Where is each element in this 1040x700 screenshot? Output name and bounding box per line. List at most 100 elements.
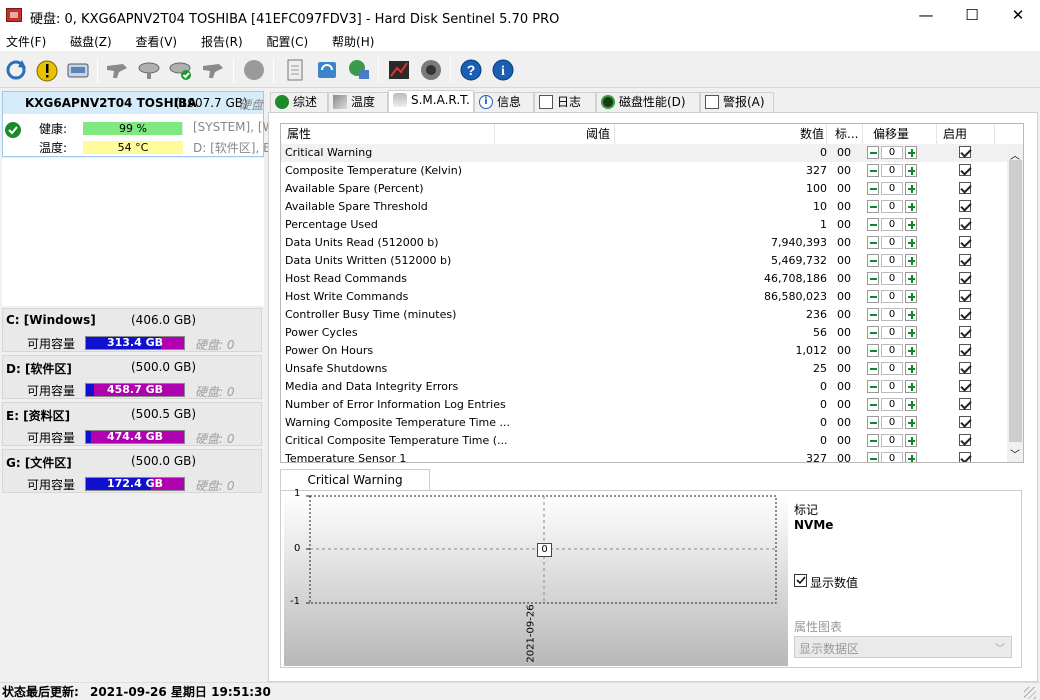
offset-value[interactable]: 0 — [881, 146, 903, 159]
plus-icon[interactable] — [905, 200, 917, 213]
menu-config[interactable]: 配置(C) — [260, 31, 314, 50]
maximize-button[interactable]: ☐ — [949, 0, 995, 31]
show-values-checkbox[interactable] — [794, 574, 807, 587]
chart-tab[interactable]: Critical Warning (FF_1200) — [280, 469, 430, 507]
minus-icon[interactable] — [867, 254, 879, 267]
plus-icon[interactable] — [905, 326, 917, 339]
col-value[interactable]: 数值 — [615, 124, 827, 144]
enabled-checkbox[interactable] — [959, 146, 971, 158]
table-row[interactable]: Host Read Commands 46,708,186 00 0 — [281, 270, 1007, 288]
enabled-checkbox[interactable] — [959, 290, 971, 302]
offset-value[interactable]: 0 — [881, 236, 903, 249]
offset-value[interactable]: 0 — [881, 200, 903, 213]
enabled-checkbox[interactable] — [959, 236, 971, 248]
table-row[interactable]: Number of Error Information Log Entries 0… — [281, 396, 1007, 414]
table-row[interactable]: Temperature Sensor 1 327 00 0 — [281, 450, 1007, 462]
enabled-checkbox[interactable] — [959, 182, 971, 194]
offset-value[interactable]: 0 — [881, 254, 903, 267]
plus-icon[interactable] — [905, 146, 917, 159]
offset-value[interactable]: 0 — [881, 308, 903, 321]
minus-icon[interactable] — [867, 290, 879, 303]
offset-value[interactable]: 0 — [881, 272, 903, 285]
enabled-checkbox[interactable] — [959, 326, 971, 338]
drive-check-icon[interactable] — [167, 56, 195, 84]
table-row[interactable]: Data Units Written (512000 b) 5,469,732 00… — [281, 252, 1007, 270]
minus-icon[interactable] — [867, 344, 879, 357]
blob-icon[interactable] — [240, 56, 268, 84]
minus-icon[interactable] — [867, 236, 879, 249]
disk-icon[interactable] — [64, 56, 92, 84]
plus-icon[interactable] — [905, 290, 917, 303]
offset-value[interactable]: 0 — [881, 362, 903, 375]
help-icon[interactable]: ? — [457, 56, 485, 84]
resize-grip-icon[interactable] — [1024, 687, 1036, 699]
enabled-checkbox[interactable] — [959, 362, 971, 374]
attr-chart-dropdown[interactable]: 显示数据区 ﹀ — [794, 636, 1012, 658]
close-button[interactable]: ✕ — [995, 0, 1040, 31]
plus-icon[interactable] — [905, 182, 917, 195]
menu-view[interactable]: 查看(V) — [130, 31, 184, 50]
plus-icon[interactable] — [905, 236, 917, 249]
tab-summary[interactable]: 综述 — [270, 92, 328, 112]
minus-icon[interactable] — [867, 416, 879, 429]
menu-disk[interactable]: 磁盘(Z) — [64, 31, 118, 50]
drive-gray-icon[interactable] — [135, 56, 163, 84]
table-row[interactable]: Host Write Commands 86,580,023 00 0 — [281, 288, 1007, 306]
minus-icon[interactable] — [867, 380, 879, 393]
offset-value[interactable]: 0 — [881, 380, 903, 393]
plus-icon[interactable] — [905, 218, 917, 231]
enabled-checkbox[interactable] — [959, 398, 971, 410]
plus-icon[interactable] — [905, 254, 917, 267]
table-row[interactable]: Unsafe Shutdowns 25 00 0 — [281, 360, 1007, 378]
menu-help[interactable]: 帮助(H) — [326, 31, 380, 50]
info-icon[interactable]: i — [489, 56, 517, 84]
enabled-checkbox[interactable] — [959, 308, 971, 320]
col-enabled[interactable]: 启用 — [937, 124, 995, 144]
enabled-checkbox[interactable] — [959, 380, 971, 392]
partition-card[interactable]: D: [软件区] (500.0 GB) 可用容量 458.7 GB 硬盘: 0 — [2, 355, 262, 399]
plus-icon[interactable] — [905, 344, 917, 357]
minus-icon[interactable] — [867, 218, 879, 231]
minus-icon[interactable] — [867, 146, 879, 159]
scroll-down-icon[interactable]: ﹀ — [1010, 446, 1020, 461]
table-row[interactable]: Percentage Used 1 00 0 — [281, 216, 1007, 234]
document-icon[interactable] — [281, 56, 309, 84]
table-row[interactable]: Composite Temperature (Kelvin) 327 00 0 — [281, 162, 1007, 180]
table-row[interactable]: Available Spare Threshold 10 00 0 — [281, 198, 1007, 216]
offset-value[interactable]: 0 — [881, 344, 903, 357]
table-row[interactable]: Data Units Read (512000 b) 7,940,393 00 0 — [281, 234, 1007, 252]
offset-value[interactable]: 0 — [881, 326, 903, 339]
enabled-checkbox[interactable] — [959, 452, 971, 462]
tab-performance[interactable]: 磁盘性能(D) — [596, 92, 700, 112]
minus-icon[interactable] — [867, 272, 879, 285]
offset-value[interactable]: 0 — [881, 218, 903, 231]
plus-icon[interactable] — [905, 380, 917, 393]
table-row[interactable]: Warning Composite Temperature Time ... 0 0… — [281, 414, 1007, 432]
col-attribute[interactable]: 属性 — [281, 124, 495, 144]
tab-temperature[interactable]: 温度 — [328, 92, 388, 112]
offset-value[interactable]: 0 — [881, 164, 903, 177]
minus-icon[interactable] — [867, 434, 879, 447]
minus-icon[interactable] — [867, 326, 879, 339]
plus-icon[interactable] — [905, 434, 917, 447]
enabled-checkbox[interactable] — [959, 272, 971, 284]
plus-icon[interactable] — [905, 416, 917, 429]
chart-icon[interactable] — [385, 56, 413, 84]
network-icon[interactable] — [345, 56, 373, 84]
table-row[interactable]: Controller Busy Time (minutes) 236 00 0 — [281, 306, 1007, 324]
partition-card[interactable]: E: [资料区] (500.5 GB) 可用容量 474.4 GB 硬盘: 0 — [2, 402, 262, 446]
plus-icon[interactable] — [905, 398, 917, 411]
show-values-label[interactable]: 显示数值 — [810, 574, 858, 591]
plus-icon[interactable] — [905, 362, 917, 375]
offset-value[interactable]: 0 — [881, 290, 903, 303]
table-row[interactable]: Media and Data Integrity Errors 0 00 0 — [281, 378, 1007, 396]
minus-icon[interactable] — [867, 182, 879, 195]
menu-file[interactable]: 文件(F) — [0, 31, 52, 50]
offset-value[interactable]: 0 — [881, 452, 903, 462]
table-row[interactable]: Power On Hours 1,012 00 0 — [281, 342, 1007, 360]
partition-card[interactable]: C: [Windows] (406.0 GB) 可用容量 313.4 GB 硬盘: 0 — [2, 308, 262, 352]
warning-icon[interactable] — [33, 56, 61, 84]
enabled-checkbox[interactable] — [959, 254, 971, 266]
tab-log[interactable]: 日志 — [534, 92, 596, 112]
plus-icon[interactable] — [905, 272, 917, 285]
